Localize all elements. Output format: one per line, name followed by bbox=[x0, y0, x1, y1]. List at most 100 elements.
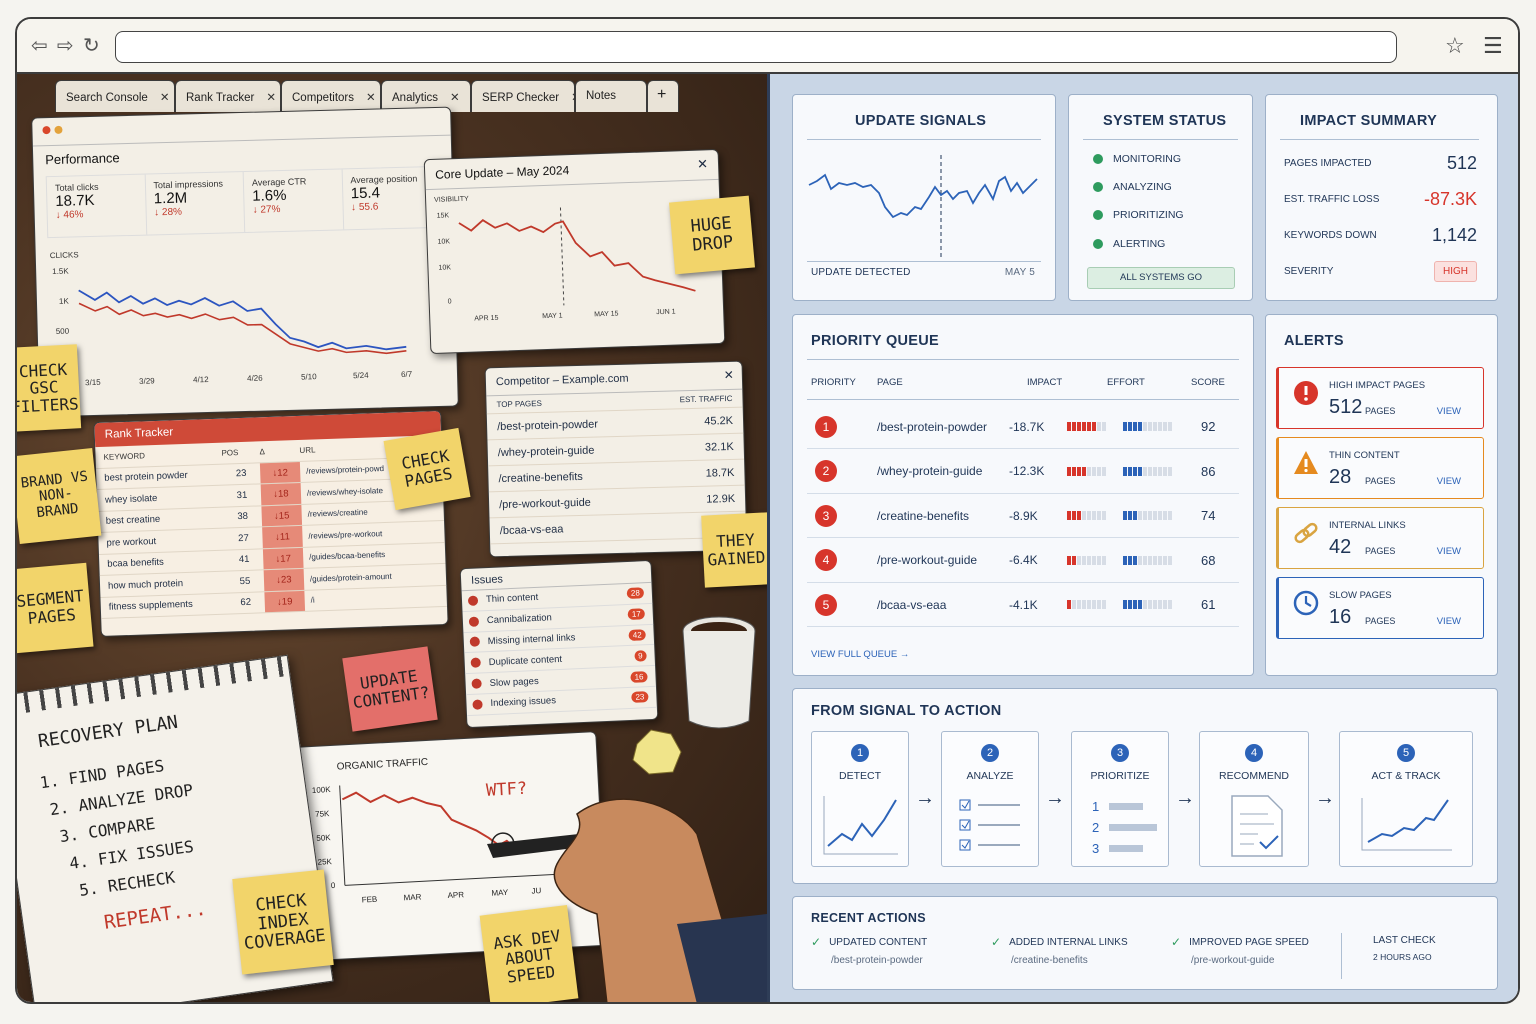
delta-cell: ↓18 bbox=[260, 482, 302, 505]
view-link[interactable]: VIEW bbox=[1437, 546, 1461, 557]
alert-unit: PAGES bbox=[1365, 546, 1396, 556]
close-icon[interactable]: ✕ bbox=[450, 92, 460, 104]
back-icon[interactable]: ⇦ bbox=[31, 35, 48, 57]
impact-row: PAGES IMPACTED 512 bbox=[1284, 153, 1477, 174]
link-label: VIEW FULL QUEUE bbox=[811, 649, 898, 660]
url-cell: /reviews/creatine bbox=[307, 507, 368, 519]
new-tab-button[interactable]: + bbox=[647, 80, 679, 112]
status-label: MONITORING bbox=[1113, 153, 1182, 165]
footer-date: MAY 5 bbox=[1004, 267, 1035, 278]
tick-label: 10K bbox=[438, 264, 451, 271]
close-icon[interactable]: ✕ bbox=[697, 156, 708, 172]
close-icon[interactable]: ✕ bbox=[160, 92, 170, 104]
list-number: 2 bbox=[1092, 820, 1100, 835]
tick-label: 50K bbox=[316, 833, 331, 843]
table-row[interactable]: 2/whey-protein-guide -12.3K 86 bbox=[807, 450, 1239, 494]
issue-icon bbox=[469, 636, 481, 648]
impact-value: 512 bbox=[1446, 153, 1477, 173]
page-cell: /pre-workout-guide bbox=[877, 553, 978, 567]
step-number: 3 bbox=[1111, 744, 1129, 762]
tab-notes[interactable]: Notes bbox=[575, 80, 647, 112]
tick-label: 75K bbox=[315, 809, 330, 819]
address-bar[interactable] bbox=[115, 31, 1397, 63]
close-icon[interactable]: ✕ bbox=[266, 92, 276, 104]
axis-label: CLICKS bbox=[50, 250, 79, 260]
tick-label: 0 bbox=[448, 298, 452, 305]
kpi-value: 18.7K bbox=[55, 191, 95, 210]
table-row[interactable]: 4/pre-workout-guide -6.4K 68 bbox=[807, 539, 1239, 583]
recent-actions-card: RECENT ACTIONS ✓ UPDATED CONTENT/best-pro… bbox=[792, 896, 1498, 990]
step-recommend[interactable]: 4 RECOMMEND bbox=[1199, 731, 1309, 867]
step-act-track[interactable]: 5 ACT & TRACK bbox=[1339, 731, 1473, 867]
kpi-delta: ↓ 28% bbox=[154, 206, 183, 219]
kpi-card[interactable]: Average CTR 1.6% ↓ 27% bbox=[243, 169, 344, 232]
page-cell: /whey-protein-guide bbox=[497, 444, 595, 459]
delta-cell: ↓15 bbox=[261, 504, 303, 527]
performance-window: Performance Total clicks 18.7K ↓ 46% Total… bbox=[31, 106, 459, 418]
view-link[interactable]: VIEW bbox=[1437, 616, 1461, 627]
impact-value: 1,142 bbox=[1431, 225, 1477, 245]
alert-item[interactable]: SLOW PAGES 16 PAGES VIEW bbox=[1276, 577, 1484, 639]
issue-icon bbox=[468, 616, 480, 627]
kpi-card[interactable]: Total clicks 18.7K ↓ 46% bbox=[46, 174, 147, 238]
tick-label: 6/7 bbox=[401, 370, 413, 379]
alert-item[interactable]: INTERNAL LINKS 42 PAGES VIEW bbox=[1276, 507, 1484, 569]
close-icon[interactable]: ✕ bbox=[724, 368, 734, 382]
delta-cell: ↓12 bbox=[259, 461, 301, 484]
reload-icon[interactable]: ↻ bbox=[83, 35, 100, 57]
last-check: LAST CHECK 2 HOURS AGO bbox=[1373, 935, 1436, 962]
step-analyze[interactable]: 2 ANALYZE bbox=[941, 731, 1039, 867]
table-row[interactable]: 1/best-protein-powder -18.7K 92 bbox=[807, 405, 1239, 449]
table-row[interactable]: 5/bcaa-vs-eaa -4.1K 61 bbox=[807, 583, 1239, 627]
close-dot[interactable] bbox=[42, 126, 51, 135]
impact-row: EST. TRAFFIC LOSS -87.3K bbox=[1284, 189, 1477, 210]
tab-rank-tracker[interactable]: Rank Tracker ✕ bbox=[175, 80, 281, 112]
view-link[interactable]: VIEW bbox=[1437, 476, 1461, 487]
recent-action-item[interactable]: ✓ ADDED INTERNAL LINKS/creatine-benefits bbox=[991, 935, 1128, 966]
status-label: ALERTING bbox=[1113, 238, 1166, 250]
step-detect[interactable]: 1 DETECT bbox=[811, 731, 909, 867]
alert-item[interactable]: HIGH IMPACT PAGES 512 PAGES VIEW bbox=[1276, 367, 1484, 429]
delta-cell: ↓19 bbox=[264, 590, 306, 613]
menu-icon[interactable]: ☰ bbox=[1483, 33, 1503, 59]
tick-label: MAY 1 bbox=[542, 312, 563, 320]
view-full-queue-link[interactable]: VIEW FULL QUEUE → bbox=[811, 649, 909, 660]
status-dot bbox=[1093, 239, 1103, 249]
column-header: Δ bbox=[259, 446, 265, 457]
minimize-dot[interactable] bbox=[54, 125, 63, 134]
alert-title: HIGH IMPACT PAGES bbox=[1329, 380, 1426, 391]
kpi-card[interactable]: Total impressions 1.2M ↓ 28% bbox=[145, 172, 246, 235]
step-label: PRIORITIZE bbox=[1090, 770, 1150, 782]
document-check-icon bbox=[1231, 795, 1283, 857]
impact-bar bbox=[1067, 422, 1106, 431]
sticky-note: SEGMENT PAGES bbox=[17, 562, 94, 654]
column-header: KEYWORD bbox=[103, 451, 146, 462]
tick-label: JUN 1 bbox=[656, 309, 676, 317]
impact-label: SEVERITY bbox=[1284, 266, 1334, 277]
tab-label: Rank Tracker bbox=[186, 92, 255, 104]
alert-item[interactable]: THIN CONTENT 28 PAGES VIEW bbox=[1276, 437, 1484, 499]
position-cell: 41 bbox=[238, 554, 250, 566]
close-icon[interactable]: ✕ bbox=[366, 92, 376, 104]
window-title: Core Update – May 2024 bbox=[434, 163, 570, 182]
recent-action-item[interactable]: ✓ IMPROVED PAGE SPEED/pre-workout-guide bbox=[1171, 935, 1309, 966]
page-title: Performance bbox=[45, 150, 120, 168]
page-cell: /best-protein-powder bbox=[496, 417, 599, 433]
score-cell: 92 bbox=[1201, 419, 1216, 434]
view-link[interactable]: VIEW bbox=[1437, 406, 1461, 417]
forward-icon[interactable]: ⇨ bbox=[57, 35, 74, 57]
window-titlebar bbox=[32, 107, 451, 147]
table-row[interactable]: 3/creatine-benefits -8.9K 74 bbox=[807, 494, 1239, 538]
alert-unit: PAGES bbox=[1365, 406, 1396, 416]
column-header: URL bbox=[299, 445, 316, 455]
kpi-label: Total impressions bbox=[153, 178, 224, 191]
alert-count: 16 bbox=[1329, 606, 1352, 628]
browser-window: ⇦ ⇨ ↻ ☆ ☰ Search Console ✕ Rank Tracker ✕ … bbox=[15, 17, 1520, 1004]
step-prioritize[interactable]: 3 PRIORITIZE 1 2 3 bbox=[1071, 731, 1169, 867]
signal-line bbox=[808, 173, 1038, 219]
tab-competitors[interactable]: Competitors ✕ bbox=[281, 80, 381, 112]
tab-serp-checker[interactable]: SERP Checker✕ bbox=[471, 80, 581, 112]
recent-action-item[interactable]: ✓ UPDATED CONTENT/best-protein-powder bbox=[811, 935, 927, 966]
tab-search-console[interactable]: Search Console ✕ bbox=[55, 80, 175, 112]
star-icon[interactable]: ☆ bbox=[1445, 33, 1465, 59]
